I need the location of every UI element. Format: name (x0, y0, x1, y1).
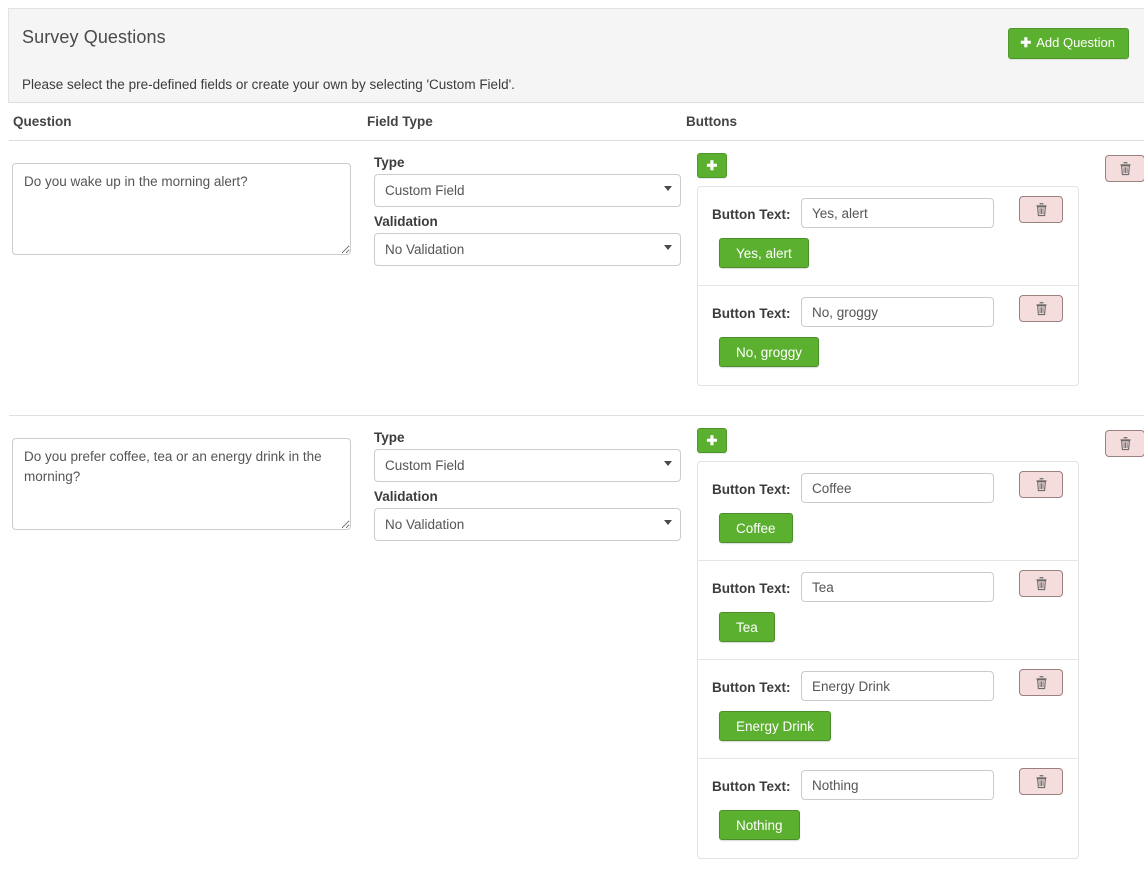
button-preview[interactable]: Nothing (719, 810, 800, 840)
type-label: Type (374, 155, 405, 170)
column-header-buttons: Buttons (686, 114, 737, 129)
trash-icon (1036, 577, 1046, 591)
add-question-label: Add Question (1036, 35, 1115, 50)
button-list-panel: Button Text: Coffee Coffee Button Text: … (697, 461, 1079, 859)
table-header-row: Question Field Type Buttons (9, 103, 1144, 141)
question-input[interactable]: Do you prefer coffee, tea or an energy d… (12, 438, 351, 530)
button-text-label: Button Text: (712, 779, 791, 794)
button-preview[interactable]: Tea (719, 612, 775, 642)
trash-icon (1036, 775, 1046, 789)
type-select-wrapper[interactable]: Custom Field (374, 174, 681, 207)
validation-label: Validation (374, 214, 438, 229)
button-text-label: Button Text: (712, 482, 791, 497)
question-row: Do you wake up in the morning alert? Typ… (9, 141, 1144, 416)
validation-select[interactable]: No Validation (374, 233, 681, 266)
button-text-label: Button Text: (712, 680, 791, 695)
button-text-input[interactable] (801, 198, 994, 228)
delete-button-button[interactable] (1019, 471, 1063, 498)
delete-question-button[interactable] (1105, 155, 1144, 182)
delete-button-button[interactable] (1019, 768, 1063, 795)
plus-icon: ✚ (1020, 35, 1032, 50)
add-button-button[interactable]: ✚ (697, 428, 727, 453)
validation-select-wrapper[interactable]: No Validation (374, 233, 681, 266)
button-text-input[interactable] (801, 473, 994, 503)
validation-select[interactable]: No Validation (374, 508, 681, 541)
button-text-input[interactable] (801, 671, 994, 701)
type-select[interactable]: Custom Field (374, 449, 681, 482)
button-text-input[interactable] (801, 297, 994, 327)
survey-questions-page: Survey Questions Please select the pre-d… (0, 0, 1144, 871)
button-list-item: Button Text: Coffee (698, 462, 1078, 561)
button-preview[interactable]: Yes, alert (719, 238, 809, 268)
page-title: Survey Questions (22, 27, 166, 47)
type-label: Type (374, 430, 405, 445)
trash-icon (1036, 302, 1046, 316)
delete-button-button[interactable] (1019, 570, 1063, 597)
validation-select-wrapper[interactable]: No Validation (374, 508, 681, 541)
button-preview[interactable]: Energy Drink (719, 711, 832, 741)
button-text-label: Button Text: (712, 306, 791, 321)
button-list-panel: Button Text: Yes, alert Yes, alert Butto… (697, 186, 1079, 386)
button-preview[interactable]: Coffee (719, 513, 793, 543)
button-list-item: Button Text: No, groggy (698, 286, 1078, 385)
button-text-input[interactable] (801, 572, 994, 602)
plus-icon: ✚ (706, 157, 718, 173)
validation-label: Validation (374, 489, 438, 504)
button-preview[interactable]: No, groggy (719, 337, 820, 367)
trash-icon (1036, 478, 1046, 492)
question-row: Do you prefer coffee, tea or an energy d… (9, 416, 1144, 871)
trash-icon (1120, 162, 1130, 176)
trash-icon (1036, 203, 1046, 217)
type-select[interactable]: Custom Field (374, 174, 681, 207)
trash-icon (1036, 676, 1046, 690)
button-text-input[interactable] (801, 770, 994, 800)
delete-button-button[interactable] (1019, 196, 1063, 223)
add-question-button[interactable]: ✚ Add Question (1008, 28, 1129, 59)
delete-button-button[interactable] (1019, 669, 1063, 696)
question-input[interactable]: Do you wake up in the morning alert? (12, 163, 351, 255)
type-select-wrapper[interactable]: Custom Field (374, 449, 681, 482)
trash-icon (1120, 437, 1130, 451)
delete-button-button[interactable] (1019, 295, 1063, 322)
column-header-field-type: Field Type (367, 114, 433, 129)
add-button-button[interactable]: ✚ (697, 153, 727, 178)
button-text-label: Button Text: (712, 581, 791, 596)
button-list-item: Button Text: Tea (698, 561, 1078, 660)
column-header-question: Question (13, 114, 72, 129)
button-list-item: Button Text: Yes, alert (698, 187, 1078, 286)
panel-heading: Survey Questions Please select the pre-d… (8, 8, 1144, 103)
button-text-label: Button Text: (712, 207, 791, 222)
panel-subtitle: Please select the pre-defined fields or … (22, 77, 515, 92)
plus-icon: ✚ (706, 432, 718, 448)
delete-question-button[interactable] (1105, 430, 1144, 457)
button-list-item: Button Text: Nothing (698, 759, 1078, 858)
button-list-item: Button Text: Energy Drink (698, 660, 1078, 759)
